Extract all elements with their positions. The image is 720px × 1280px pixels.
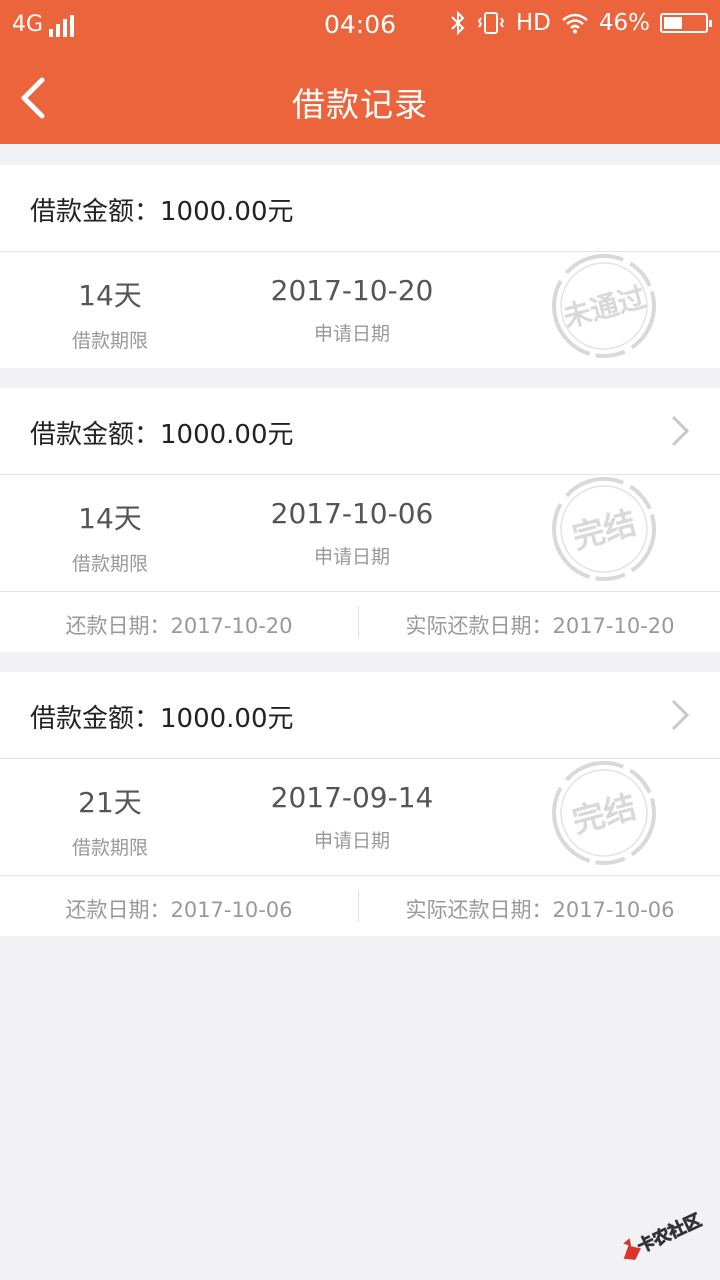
loan-term-value: 14天 xyxy=(78,502,142,535)
vibrate-icon xyxy=(477,12,505,34)
divider xyxy=(358,606,359,638)
loan-term: 14天 借款期限 xyxy=(40,274,180,353)
loan-term: 21天 借款期限 xyxy=(40,781,180,860)
actual-repay-date: 实际还款日期：2017-10-20 xyxy=(405,614,675,638)
actual-repay-date: 实际还款日期：2017-10-06 xyxy=(405,898,675,922)
app-header: 4G 04:06 HD 46% 借款记录 xyxy=(0,0,720,144)
loan-amount: 借款金额：1000.00元 xyxy=(30,197,294,227)
loan-term: 14天 借款期限 xyxy=(40,497,180,576)
wifi-icon xyxy=(562,13,588,34)
apply-date-value: 2017-10-06 xyxy=(270,497,434,530)
repayment-info: 还款日期：2017-10-06 实际还款日期：2017-10-06 xyxy=(0,875,720,936)
divider xyxy=(358,890,359,922)
apply-date: 2017-10-20 申请日期 xyxy=(232,274,472,346)
repay-date: 还款日期：2017-10-06 xyxy=(65,898,293,922)
status-bar: 4G 04:06 HD 46% xyxy=(0,0,720,50)
loan-record-card: 借款金额：1000.00元 14天 借款期限 2017-10-20 申请日期 未… xyxy=(0,165,720,368)
apply-date-value: 2017-09-14 xyxy=(270,781,434,814)
apply-date: 2017-10-06 申请日期 xyxy=(232,497,472,569)
loan-amount: 借款金额：1000.00元 xyxy=(30,704,294,734)
loan-record-header[interactable]: 借款金额：1000.00元 xyxy=(0,672,720,759)
loan-term-label: 借款期限 xyxy=(71,837,148,859)
status-stamp: 完结 xyxy=(552,761,656,865)
chevron-right-icon[interactable] xyxy=(670,414,690,448)
loan-record-body: 21天 借款期限 2017-09-14 申请日期 完结 xyxy=(0,759,720,875)
loan-term-value: 21天 xyxy=(78,786,142,819)
loan-record-card[interactable]: 借款金额：1000.00元 14天 借款期限 2017-10-06 申请日期 完… xyxy=(0,388,720,652)
hd-indicator: HD xyxy=(515,10,551,36)
apply-date-label: 申请日期 xyxy=(313,830,390,852)
apply-date-label: 申请日期 xyxy=(313,323,390,345)
battery-percent: 46% xyxy=(598,10,650,36)
loan-record-body: 14天 借款期限 2017-10-06 申请日期 完结 xyxy=(0,475,720,591)
loan-term-value: 14天 xyxy=(78,279,142,312)
apply-date-value: 2017-10-20 xyxy=(270,274,434,307)
watermark-logo: 卡农社区 xyxy=(623,1209,705,1260)
bluetooth-icon xyxy=(451,10,465,36)
loan-record-card[interactable]: 借款金额：1000.00元 21天 借款期限 2017-09-14 申请日期 完… xyxy=(0,672,720,936)
loan-term-label: 借款期限 xyxy=(71,330,148,352)
battery-fill xyxy=(664,17,683,29)
page-title: 借款记录 xyxy=(292,85,428,124)
status-stamp-text: 未通过 xyxy=(560,281,650,335)
loan-record-header: 借款金额：1000.00元 xyxy=(0,165,720,252)
loan-record-header[interactable]: 借款金额：1000.00元 xyxy=(0,388,720,475)
status-stamp: 完结 xyxy=(552,477,656,581)
apply-date: 2017-09-14 申请日期 xyxy=(232,781,472,853)
apply-date-label: 申请日期 xyxy=(313,546,390,568)
status-stamp-text: 完结 xyxy=(568,503,640,556)
repay-date: 还款日期：2017-10-20 xyxy=(65,614,293,638)
repayment-info: 还款日期：2017-10-20 实际还款日期：2017-10-20 xyxy=(0,591,720,652)
chevron-right-icon[interactable] xyxy=(670,698,690,732)
watermark-text: 卡农社区 xyxy=(634,1210,705,1258)
loan-amount: 借款金额：1000.00元 xyxy=(30,420,294,450)
loan-record-body: 14天 借款期限 2017-10-20 申请日期 未通过 xyxy=(0,252,720,368)
loan-term-label: 借款期限 xyxy=(71,553,148,575)
status-stamp: 未通过 xyxy=(552,254,656,358)
status-stamp-text: 完结 xyxy=(568,787,640,840)
battery-icon xyxy=(660,13,712,33)
status-icons: HD 46% xyxy=(450,10,712,36)
